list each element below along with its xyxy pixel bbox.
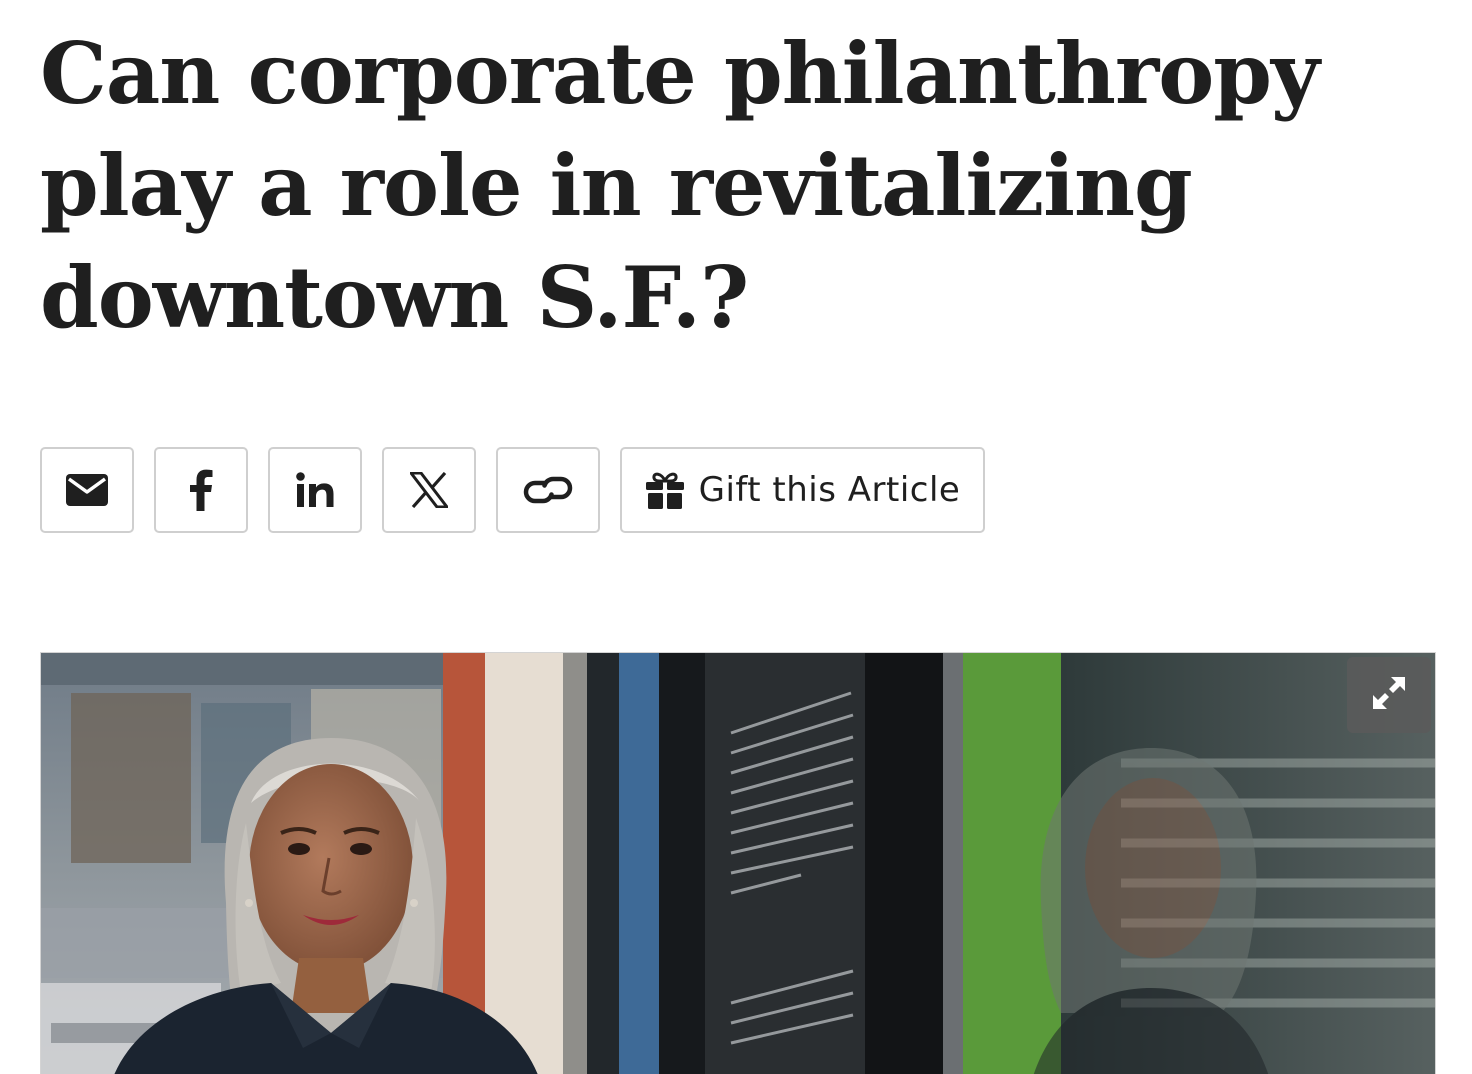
gift-article-label: Gift this Article — [698, 470, 961, 510]
copy-link-button[interactable] — [496, 447, 600, 533]
expand-image-button[interactable] — [1347, 657, 1431, 733]
x-share-button[interactable] — [382, 447, 476, 533]
linkedin-icon — [296, 472, 334, 508]
hero-photo — [41, 653, 1435, 1074]
linkedin-share-button[interactable] — [268, 447, 362, 533]
link-icon — [523, 472, 573, 508]
hero-image[interactable] — [40, 652, 1436, 1074]
expand-icon — [1369, 673, 1409, 718]
article-headline: Can corporate philanthropy play a role i… — [40, 24, 1320, 347]
article-page: Can corporate philanthropy play a role i… — [0, 0, 1472, 1074]
gift-icon — [645, 470, 685, 510]
gift-article-button[interactable]: Gift this Article — [620, 447, 985, 533]
facebook-share-button[interactable] — [154, 447, 248, 533]
facebook-icon — [189, 469, 213, 511]
email-share-button[interactable] — [40, 447, 134, 533]
email-icon — [66, 474, 108, 506]
x-icon — [410, 472, 448, 508]
